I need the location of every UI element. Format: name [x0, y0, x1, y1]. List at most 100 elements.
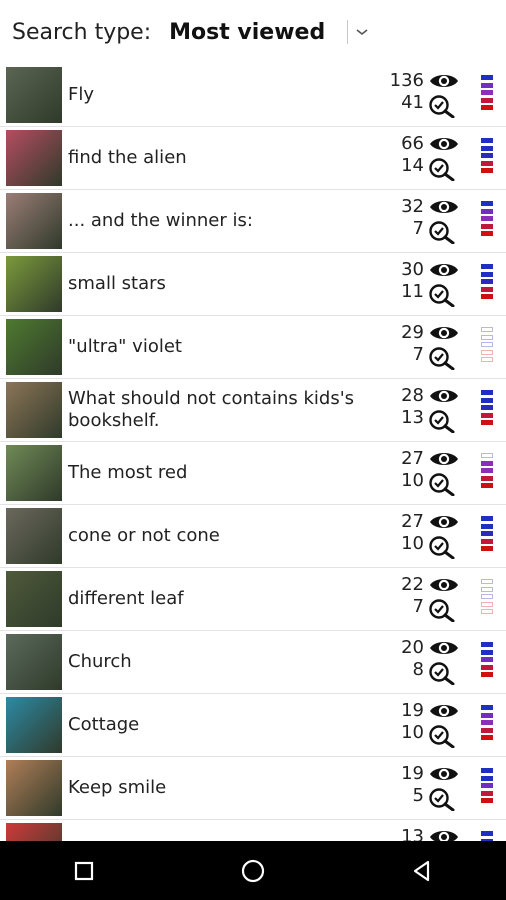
found-count: 10	[401, 722, 424, 743]
list-item[interactable]: find the alien 66 14	[0, 127, 506, 190]
rating-bar	[481, 768, 493, 773]
eye-icon	[428, 511, 460, 533]
thumbnail-image	[6, 256, 62, 312]
rating-bars	[480, 327, 494, 365]
list-item[interactable]: different leaf 22 7	[0, 568, 506, 631]
rating-bar	[481, 664, 493, 670]
rating-bar	[481, 523, 493, 529]
list-item[interactable]: 13	[0, 820, 506, 841]
list-item[interactable]: The most red 27 10	[0, 442, 506, 505]
rating-bar	[481, 390, 493, 395]
magnifier-check-icon	[428, 472, 460, 497]
chevron-down-icon[interactable]	[354, 24, 370, 40]
eye-icon	[428, 259, 460, 281]
item-stats: 66 14	[364, 133, 494, 183]
list-item[interactable]: Cottage 19 10	[0, 694, 506, 757]
rating-bar	[481, 468, 493, 473]
rating-bar	[481, 609, 493, 614]
item-title: find the alien	[68, 147, 187, 168]
rating-bar	[481, 168, 493, 173]
magnifier-check-icon	[428, 346, 460, 371]
rating-bar	[481, 279, 493, 284]
views-count: 27	[401, 448, 424, 469]
rating-bar	[481, 735, 493, 740]
found-count: 7	[412, 218, 424, 239]
rating-bar	[481, 201, 493, 206]
eye-icon	[428, 826, 460, 841]
rating-bar	[481, 483, 493, 488]
item-title: "ultra" violet	[68, 336, 182, 357]
magnifier-check-icon	[428, 535, 460, 560]
rating-bar	[481, 531, 493, 536]
rating-bar	[481, 790, 493, 796]
results-list[interactable]: Fly 136 41 find the alien 66 14 ... and the wi…	[0, 64, 506, 841]
thumbnail-image	[6, 130, 62, 186]
eye-icon	[428, 133, 460, 155]
rating-bar	[481, 720, 493, 725]
list-item[interactable]: What should not contains kids's bookshel…	[0, 379, 506, 442]
views-count: 66	[401, 133, 424, 154]
eye-icon	[428, 763, 460, 785]
magnifier-check-icon	[428, 94, 460, 119]
item-stats: 29 7	[364, 322, 494, 372]
list-item[interactable]: small stars 30 11	[0, 253, 506, 316]
rating-bars	[480, 138, 494, 176]
item-stats: 30 11	[364, 259, 494, 309]
list-item[interactable]: "ultra" violet 29 7	[0, 316, 506, 379]
found-count: 11	[401, 281, 424, 302]
rating-bar	[481, 727, 493, 733]
eye-icon	[428, 637, 460, 659]
item-title: The most red	[68, 462, 188, 483]
eye-icon	[428, 448, 460, 470]
rating-bar	[481, 90, 493, 95]
rating-bar	[481, 783, 493, 788]
rating-bars	[480, 642, 494, 680]
list-item[interactable]: Church 20 8	[0, 631, 506, 694]
rating-bar	[481, 208, 493, 214]
rating-bar	[481, 334, 493, 340]
back-triangle-icon[interactable]	[402, 851, 442, 891]
item-title	[68, 820, 368, 841]
eye-icon	[428, 322, 460, 344]
item-stats: 136 41	[364, 70, 494, 120]
rating-bar	[481, 712, 493, 718]
list-item[interactable]: Keep smile 19 5	[0, 757, 506, 820]
home-circle-icon[interactable]	[233, 851, 273, 891]
rating-bars	[480, 390, 494, 428]
item-stats: 22 7	[364, 574, 494, 624]
rating-bar	[481, 649, 493, 655]
rating-bars	[480, 516, 494, 554]
rating-bar	[481, 642, 493, 647]
item-title: Keep smile	[68, 777, 167, 798]
list-item[interactable]: cone or not cone 27 10	[0, 505, 506, 568]
rating-bars	[480, 831, 494, 841]
android-nav-bar	[0, 841, 506, 900]
item-stats: 20 8	[364, 637, 494, 687]
magnifier-check-icon	[428, 283, 460, 308]
rating-bar	[481, 327, 493, 332]
thumbnail-image	[6, 508, 62, 564]
rating-bar	[481, 672, 493, 677]
thumbnail-image	[6, 760, 62, 816]
views-count: 27	[401, 511, 424, 532]
views-count: 22	[401, 574, 424, 595]
item-stats: 27 10	[364, 511, 494, 561]
list-item[interactable]: ... and the winner is: 32 7	[0, 190, 506, 253]
rating-bar	[481, 286, 493, 292]
found-count: 10	[401, 533, 424, 554]
rating-bar	[481, 601, 493, 607]
recents-square-icon[interactable]	[64, 851, 104, 891]
search-type-value[interactable]: Most viewed	[169, 20, 325, 45]
thumbnail-image	[6, 634, 62, 690]
rating-bar	[481, 538, 493, 544]
views-count: 19	[401, 700, 424, 721]
rating-bar	[481, 264, 493, 269]
magnifier-check-icon	[428, 598, 460, 623]
rating-bars	[480, 579, 494, 617]
rating-bar	[481, 138, 493, 143]
rating-bar	[481, 105, 493, 110]
list-item[interactable]: Fly 136 41	[0, 64, 506, 127]
views-count: 13	[401, 826, 424, 841]
item-stats: 13	[364, 826, 494, 841]
thumbnail-image	[6, 697, 62, 753]
